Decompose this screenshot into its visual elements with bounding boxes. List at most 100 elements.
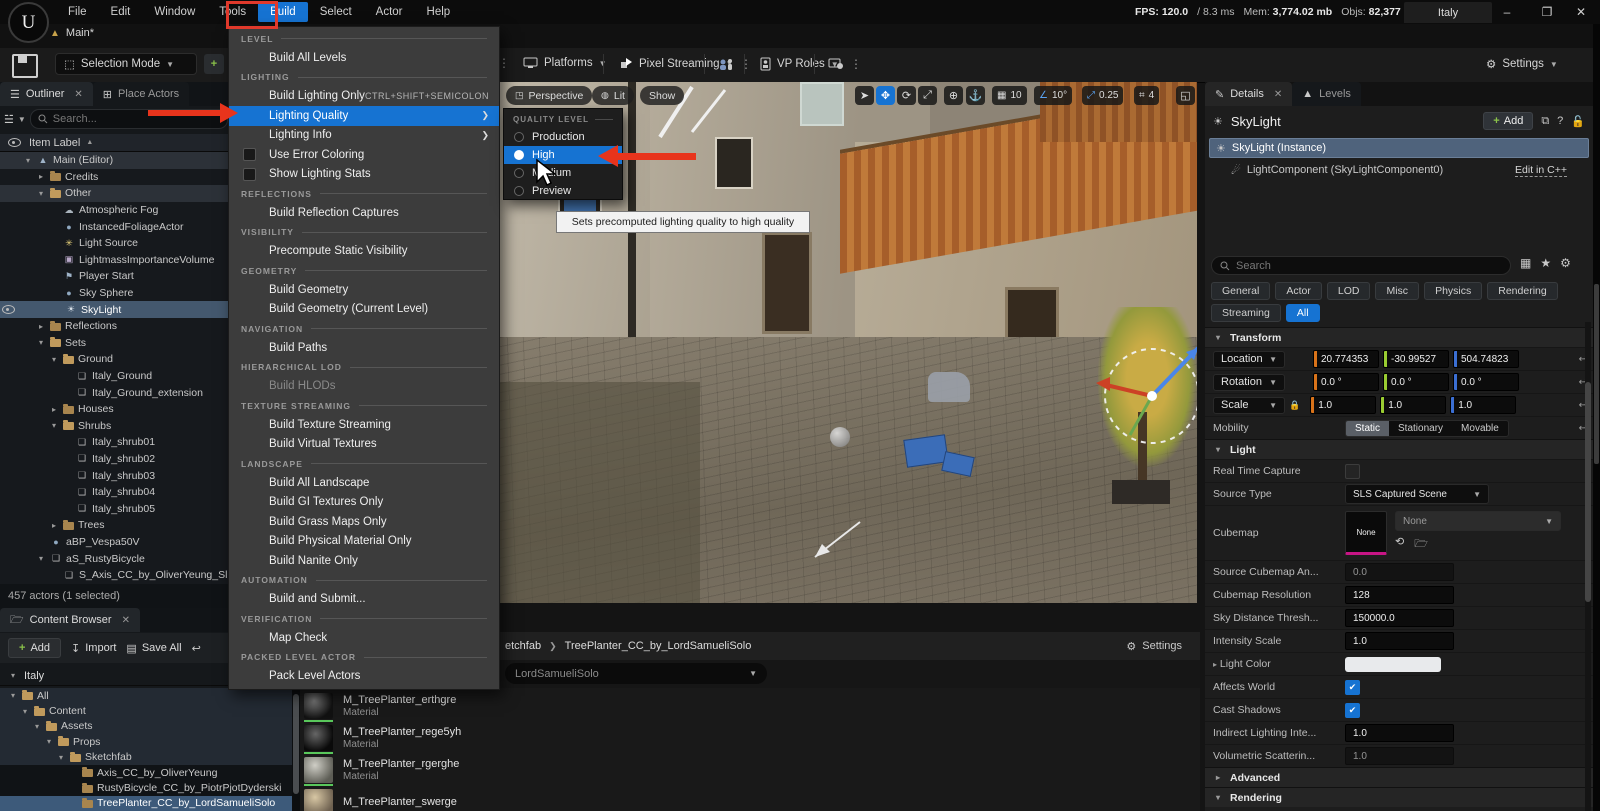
menu-item-lighting-info[interactable]: Lighting Info❯	[229, 126, 499, 146]
menubar-item-help[interactable]: Help	[415, 2, 463, 22]
source-type-dropdown[interactable]: SLS Captured Scene▼	[1345, 484, 1489, 504]
platforms-dropdown[interactable]: Platforms▼	[515, 53, 615, 73]
menubar-item-actor[interactable]: Actor	[364, 2, 415, 22]
outliner-row-skylight[interactable]: ☀SkyLight	[0, 301, 232, 318]
cubemap-thumbnail[interactable]: None	[1345, 511, 1387, 555]
outliner-row-as-rustybicycle[interactable]: ▾❑aS_RustyBicycle	[0, 550, 232, 567]
asset-row-m_treeplanter_swerge[interactable]: M_TreePlanter_swerge	[304, 786, 1194, 811]
cb-tree-row-assets[interactable]: ▾Assets	[0, 719, 292, 734]
close-icon[interactable]: ✕	[122, 615, 130, 626]
expand-arrow-icon[interactable]: ▾	[49, 421, 59, 430]
outliner-row-abp-vespa50v[interactable]: ●aBP_Vespa50V	[0, 534, 232, 551]
close-icon[interactable]: ✕	[74, 89, 82, 100]
selection-mode-dropdown[interactable]: ⬚ Selection Mode▼	[55, 53, 197, 75]
outliner-column-header[interactable]: Item Label ▲	[0, 134, 232, 152]
menubar-item-build[interactable]: Build	[258, 2, 308, 22]
menu-item-build-paths[interactable]: Build Paths	[229, 338, 499, 358]
save-icon[interactable]	[12, 54, 38, 78]
add-component-button[interactable]: +Add	[1483, 112, 1533, 130]
outliner-row-s-axis-cc-by-oliveryeung-sl[interactable]: ❑S_Axis_CC_by_OliverYeung_Sl	[0, 567, 232, 584]
breadcrumb-current[interactable]: TreePlanter_CC_by_LordSamueliSolo	[565, 640, 752, 652]
axis-value-input[interactable]: -30.99527	[1383, 350, 1449, 368]
world-space-toggle[interactable]: ⊕	[944, 86, 963, 105]
cubemap-dropdown[interactable]: None▼	[1395, 511, 1561, 531]
light-value-input[interactable]: 0.0	[1345, 563, 1454, 581]
expand-arrow-icon[interactable]: ▾	[36, 189, 46, 198]
quality-item-production[interactable]: Production	[504, 128, 622, 146]
outliner-row-houses[interactable]: ▸Houses	[0, 401, 232, 418]
tab-details[interactable]: ✎ Details✕	[1205, 82, 1292, 106]
light-value-input[interactable]: 1.0	[1345, 747, 1454, 765]
expand-arrow-icon[interactable]: ▾	[8, 691, 18, 700]
checkbox-icon[interactable]	[243, 148, 256, 161]
main-level-tab[interactable]: ▲ Main*	[50, 27, 94, 39]
menu-item-build-reflection-captures[interactable]: Build Reflection Captures	[229, 203, 499, 223]
outliner-row-italy-ground[interactable]: ❑Italy_Ground	[0, 368, 232, 385]
outliner-row-italy-ground-extension[interactable]: ❑Italy_Ground_extension	[0, 384, 232, 401]
tab-levels[interactable]: ▲ Levels	[1292, 82, 1361, 106]
cb-import-button[interactable]: ↧Import	[71, 642, 116, 655]
cb-tree-row-rustybicycle-cc-by-piotrpjotdyderski[interactable]: RustyBicycle_CC_by_PiotrPjotDyderski	[0, 780, 292, 795]
unlock-icon[interactable]: 🔓	[1571, 115, 1585, 128]
select-tool[interactable]: ➤	[855, 86, 874, 105]
show-dropdown[interactable]: Show	[640, 86, 684, 105]
display-options-icon[interactable]: ▦	[1520, 256, 1531, 270]
menu-item-show-lighting-stats[interactable]: Show Lighting Stats	[229, 165, 499, 185]
grid-snap-control[interactable]: ▦10	[992, 86, 1027, 105]
menu-item-build-all-landscape[interactable]: Build All Landscape	[229, 473, 499, 493]
transform-gizmo[interactable]	[1088, 330, 1197, 455]
outliner-row-light-source[interactable]: ✳Light Source	[0, 235, 232, 252]
cb-tree-row-treeplanter-cc-by-lordsamuelisolo[interactable]: TreePlanter_CC_by_LordSamueliSolo	[0, 796, 292, 811]
scale-snap-control[interactable]: ⤢0.25	[1082, 86, 1123, 105]
scale-dropdown[interactable]: Scale▼	[1213, 397, 1285, 414]
axis-value-input[interactable]: 504.74823	[1453, 350, 1519, 368]
filter-chip-misc[interactable]: Misc	[1375, 282, 1419, 300]
menu-item-build-hlods[interactable]: Build HLODs	[229, 377, 499, 397]
outliner-row-italy-shrub03[interactable]: ❑Italy_shrub03	[0, 467, 232, 484]
menubar-item-tools[interactable]: Tools	[207, 2, 258, 22]
light-value-input[interactable]: 1.0	[1345, 724, 1454, 742]
stage-monitor-button[interactable]: ⋮	[820, 53, 870, 75]
filter-chip-lod[interactable]: LOD	[1327, 282, 1371, 300]
menu-item-build-lighting-only[interactable]: Build Lighting OnlyCTRL+SHIFT+SEMICOLON	[229, 87, 499, 107]
outliner-row-atmospheric-fog[interactable]: ☁Atmospheric Fog	[0, 202, 232, 219]
menubar-item-file[interactable]: File	[56, 2, 99, 22]
add-actor-button[interactable]: +	[204, 54, 224, 74]
cb-tree-row-sketchfab[interactable]: ▾Sketchfab	[0, 750, 292, 765]
perspective-dropdown[interactable]: ◳ Perspective	[506, 86, 592, 105]
axis-value-input[interactable]: 0.0 °	[1313, 373, 1379, 391]
minimize-button[interactable]: –	[1492, 0, 1522, 24]
settings-gear-icon[interactable]: ⚙	[1560, 256, 1571, 270]
outliner-row-player-start[interactable]: ⚑Player Start	[0, 268, 232, 285]
close-button[interactable]: ✕	[1566, 0, 1596, 24]
lit-dropdown[interactable]: ◍ Lit	[592, 86, 634, 105]
section-header-advanced[interactable]: ▸Advanced	[1205, 767, 1593, 787]
axis-value-input[interactable]: 20.774353	[1313, 350, 1379, 368]
expand-arrow-icon[interactable]: ▾	[23, 156, 33, 165]
filter-icon[interactable]: ☱	[4, 113, 14, 126]
menu-item-precompute-static-visibility[interactable]: Precompute Static Visibility	[229, 242, 499, 262]
outliner-row-sets[interactable]: ▾Sets	[0, 335, 232, 352]
filter-chip-physics[interactable]: Physics	[1424, 282, 1482, 300]
component-row-skylight-instance[interactable]: ☀ SkyLight (Instance)	[1209, 138, 1589, 158]
details-search-input[interactable]: Search	[1211, 256, 1511, 275]
light-value-input[interactable]: 128	[1345, 586, 1454, 604]
menubar-item-edit[interactable]: Edit	[99, 2, 143, 22]
outliner-row-main-editor-[interactable]: ▾▲Main (Editor)	[0, 152, 232, 169]
scale-tool[interactable]: ⤢	[918, 86, 937, 105]
menu-item-build-virtual-textures[interactable]: Build Virtual Textures	[229, 435, 499, 455]
mobility-option-movable[interactable]: Movable	[1452, 421, 1508, 436]
menu-item-map-check[interactable]: Map Check	[229, 628, 499, 648]
expand-arrow-icon[interactable]: ▸	[49, 521, 59, 530]
cb-tree-row-all[interactable]: ▾All	[0, 688, 292, 703]
menubar-item-select[interactable]: Select	[308, 2, 364, 22]
expand-arrow-icon[interactable]: ▸	[36, 322, 46, 331]
menu-item-build-nanite-only[interactable]: Build Nanite Only	[229, 551, 499, 571]
cb-tree-row-axis-cc-by-oliveryeung[interactable]: Axis_CC_by_OliverYeung	[0, 765, 292, 780]
asset-row-m_treeplanter_rgerghe[interactable]: M_TreePlanter_rgergheMaterial	[304, 754, 1194, 786]
section-header-rendering[interactable]: ▾Rendering	[1205, 787, 1593, 807]
outliner-row-instancedfoliageactor[interactable]: ●InstancedFoliageActor	[0, 218, 232, 235]
expand-arrow-icon[interactable]: ▾	[36, 554, 46, 563]
checkbox-checked[interactable]: ✔	[1345, 680, 1360, 695]
expand-arrow-icon[interactable]: ▾	[32, 722, 42, 731]
